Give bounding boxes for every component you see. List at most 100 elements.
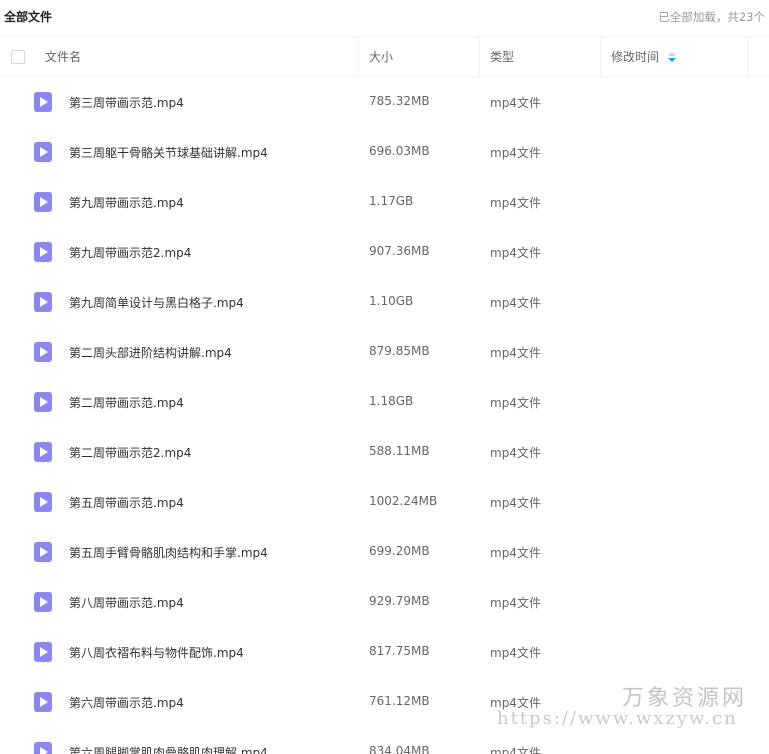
file-name[interactable]: 第三周躯干骨骼关节球基础讲解.mp4: [69, 144, 268, 161]
sort-icon[interactable]: [668, 52, 676, 64]
loaded-count-text: 已全部加载，共23个: [658, 10, 765, 24]
column-header-size[interactable]: 大小: [369, 37, 393, 77]
file-name[interactable]: 第五周手臂骨骼肌肉结构和手掌.mp4: [69, 544, 268, 561]
play-icon: [40, 497, 48, 507]
file-name[interactable]: 第二周带画示范2.mp4: [69, 444, 191, 461]
file-type: mp4文件: [490, 446, 541, 460]
column-header-type[interactable]: 类型: [490, 37, 514, 77]
play-icon: [40, 447, 48, 457]
file-type: mp4文件: [490, 346, 541, 360]
video-file-icon: [34, 92, 52, 112]
file-list: 第三周带画示范.mp4 785.32MB mp4文件 第三周躯干骨骼关节球基础讲解.m…: [0, 77, 769, 754]
select-all-checkbox[interactable]: [11, 50, 25, 64]
file-size: 1.18GB: [369, 394, 414, 408]
file-type: mp4文件: [490, 296, 541, 310]
file-type: mp4文件: [490, 746, 541, 754]
play-icon: [40, 347, 48, 357]
video-file-icon: [34, 642, 52, 662]
file-name[interactable]: 第九周带画示范2.mp4: [69, 244, 191, 261]
file-type: mp4文件: [490, 696, 541, 710]
column-divider: [747, 37, 748, 77]
file-size: 929.79MB: [369, 594, 430, 608]
play-icon: [40, 297, 48, 307]
file-row[interactable]: 第三周带画示范.mp4 785.32MB mp4文件: [0, 77, 769, 127]
file-row[interactable]: 第五周带画示范.mp4 1002.24MB mp4文件: [0, 477, 769, 527]
file-name[interactable]: 第二周头部进阶结构讲解.mp4: [69, 344, 232, 361]
play-icon: [40, 597, 48, 607]
play-icon: [40, 547, 48, 557]
play-icon: [40, 147, 48, 157]
file-row[interactable]: 第八周带画示范.mp4 929.79MB mp4文件: [0, 577, 769, 627]
file-row[interactable]: 第九周带画示范2.mp4 907.36MB mp4文件: [0, 227, 769, 277]
file-name[interactable]: 第五周带画示范.mp4: [69, 494, 184, 511]
file-size: 699.20MB: [369, 544, 430, 558]
file-size: 696.03MB: [369, 144, 430, 158]
file-row[interactable]: 第五周手臂骨骼肌肉结构和手掌.mp4 699.20MB mp4文件: [0, 527, 769, 577]
file-row[interactable]: 第二周带画示范2.mp4 588.11MB mp4文件: [0, 427, 769, 477]
file-row[interactable]: 第二周带画示范.mp4 1.18GB mp4文件: [0, 377, 769, 427]
file-row[interactable]: 第六周腿脚掌肌肉骨骼肌肉理解.mp4 834.04MB mp4文件: [0, 727, 769, 754]
file-size: 785.32MB: [369, 94, 430, 108]
play-icon: [40, 97, 48, 107]
file-size: 1.17GB: [369, 194, 414, 208]
file-row[interactable]: 第九周带画示范.mp4 1.17GB mp4文件: [0, 177, 769, 227]
file-name[interactable]: 第六周腿脚掌肌肉骨骼肌肉理解.mp4: [69, 744, 268, 754]
play-icon: [40, 747, 48, 754]
file-size: 1.10GB: [369, 294, 414, 308]
video-file-icon: [34, 542, 52, 562]
file-type: mp4文件: [490, 596, 541, 610]
play-icon: [40, 697, 48, 707]
video-file-icon: [34, 192, 52, 212]
file-size: 907.36MB: [369, 244, 430, 258]
file-name[interactable]: 第八周衣褶布料与物件配饰.mp4: [69, 644, 244, 661]
file-row[interactable]: 第九周简单设计与黑白格子.mp4 1.10GB mp4文件: [0, 277, 769, 327]
play-icon: [40, 197, 48, 207]
play-icon: [40, 247, 48, 257]
column-divider: [479, 37, 480, 77]
column-divider: [600, 37, 601, 77]
file-type: mp4文件: [490, 546, 541, 560]
video-file-icon: [34, 742, 52, 754]
video-file-icon: [34, 492, 52, 512]
sort-desc-arrow-icon: [668, 58, 676, 62]
file-name[interactable]: 第二周带画示范.mp4: [69, 394, 184, 411]
file-size: 834.04MB: [369, 744, 430, 754]
file-type: mp4文件: [490, 496, 541, 510]
play-icon: [40, 397, 48, 407]
file-name[interactable]: 第九周简单设计与黑白格子.mp4: [69, 294, 244, 311]
file-size: 817.75MB: [369, 644, 430, 658]
file-size: 588.11MB: [369, 444, 430, 458]
file-type: mp4文件: [490, 146, 541, 160]
file-name[interactable]: 第三周带画示范.mp4: [69, 94, 184, 111]
file-type: mp4文件: [490, 96, 541, 110]
table-header: 文件名 大小 类型 修改时间: [0, 36, 769, 77]
video-file-icon: [34, 242, 52, 262]
play-icon: [40, 647, 48, 657]
video-file-icon: [34, 692, 52, 712]
file-name[interactable]: 第六周带画示范.mp4: [69, 694, 184, 711]
column-divider: [358, 37, 359, 77]
top-bar: 全部文件 已全部加载，共23个: [0, 0, 769, 34]
video-file-icon: [34, 592, 52, 612]
file-size: 879.85MB: [369, 344, 430, 358]
file-name[interactable]: 第九周带画示范.mp4: [69, 194, 184, 211]
file-row[interactable]: 第六周带画示范.mp4 761.12MB mp4文件: [0, 677, 769, 727]
video-file-icon: [34, 142, 52, 162]
video-file-icon: [34, 342, 52, 362]
breadcrumb-all-files[interactable]: 全部文件: [4, 8, 52, 25]
file-type: mp4文件: [490, 196, 541, 210]
file-name[interactable]: 第八周带画示范.mp4: [69, 594, 184, 611]
file-size: 1002.24MB: [369, 494, 438, 508]
video-file-icon: [34, 392, 52, 412]
file-row[interactable]: 第二周头部进阶结构讲解.mp4 879.85MB mp4文件: [0, 327, 769, 377]
file-row[interactable]: 第八周衣褶布料与物件配饰.mp4 817.75MB mp4文件: [0, 627, 769, 677]
file-type: mp4文件: [490, 646, 541, 660]
file-size: 761.12MB: [369, 694, 430, 708]
column-header-name[interactable]: 文件名: [45, 37, 81, 77]
file-row[interactable]: 第三周躯干骨骼关节球基础讲解.mp4 696.03MB mp4文件: [0, 127, 769, 177]
sort-asc-arrow-icon: [668, 52, 676, 56]
file-type: mp4文件: [490, 396, 541, 410]
video-file-icon: [34, 442, 52, 462]
column-header-modified[interactable]: 修改时间: [611, 37, 659, 77]
file-type: mp4文件: [490, 246, 541, 260]
